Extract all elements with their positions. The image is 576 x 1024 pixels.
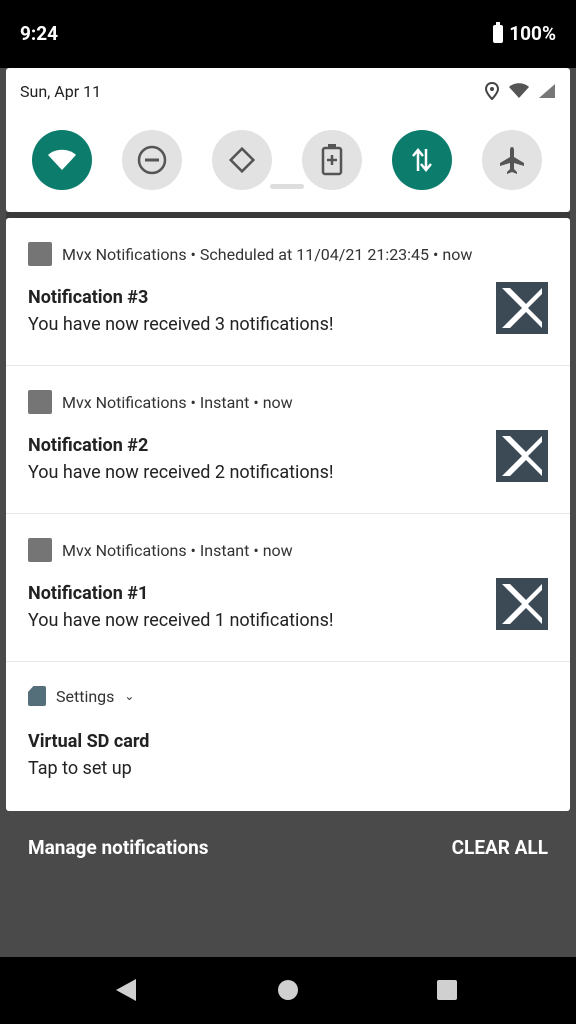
qs-date: Sun, Apr 11 xyxy=(20,82,102,101)
status-right: 100% xyxy=(493,21,556,45)
notif-meta: • Instant • now xyxy=(186,392,293,412)
notif-text: You have now received 3 notifications! xyxy=(28,314,334,335)
chevron-down-icon[interactable]: ⌄ xyxy=(124,689,134,703)
notification-item[interactable]: Mvx Notifications • Scheduled at 11/04/2… xyxy=(6,218,570,366)
battery-saver-icon xyxy=(321,144,343,176)
status-time: 9:24 xyxy=(20,22,59,45)
location-icon xyxy=(484,82,500,100)
mvx-logo-icon xyxy=(496,578,548,630)
notif-title: Virtual SD card xyxy=(28,731,150,752)
battery-icon xyxy=(493,21,504,43)
navigation-bar xyxy=(0,957,576,1024)
app-icon xyxy=(28,242,52,266)
app-icon xyxy=(28,390,52,414)
notif-app-name: Mvx Notifications xyxy=(62,540,187,560)
notification-item[interactable]: Mvx Notifications • Instant • now Notifi… xyxy=(6,366,570,514)
status-bar: 9:24 100% xyxy=(0,0,576,68)
home-icon[interactable] xyxy=(278,980,298,1000)
tile-battery-saver[interactable] xyxy=(302,130,362,190)
tile-auto-rotate[interactable] xyxy=(212,130,272,190)
notif-header: Mvx Notifications • Instant • now xyxy=(28,390,293,414)
qs-status-icons xyxy=(484,82,556,100)
notif-app-meta: Mvx Notifications • Instant • now xyxy=(62,541,293,560)
notif-title: Notification #1 xyxy=(28,583,149,604)
notif-app-meta: Mvx Notifications • Scheduled at 11/04/2… xyxy=(62,245,472,264)
sd-card-icon xyxy=(28,686,46,706)
data-arrows-icon xyxy=(412,148,432,172)
cell-signal-icon xyxy=(539,84,555,98)
notif-title: Notification #2 xyxy=(28,435,149,456)
tile-airplane-mode[interactable] xyxy=(482,130,542,190)
notif-app-name: Mvx Notifications xyxy=(62,392,187,412)
dnd-icon xyxy=(137,145,167,175)
clear-all-button[interactable]: CLEAR ALL xyxy=(452,836,548,859)
tile-wifi[interactable] xyxy=(32,130,92,190)
quick-settings-panel: Sun, Apr 11 xyxy=(6,68,570,212)
tile-mobile-data[interactable] xyxy=(392,130,452,190)
notification-list: Mvx Notifications • Scheduled at 11/04/2… xyxy=(6,218,570,811)
notif-text: You have now received 2 notifications! xyxy=(28,462,334,483)
manage-notifications-button[interactable]: Manage notifications xyxy=(28,836,209,859)
settings-notification[interactable]: Settings ⌄ Virtual SD card Tap to set up xyxy=(6,662,570,810)
settings-app-name: Settings xyxy=(56,686,115,706)
qs-tiles xyxy=(32,130,542,190)
notif-meta: • Scheduled at 11/04/21 21:23:45 • now xyxy=(186,244,473,264)
notif-app-name: Mvx Notifications xyxy=(62,244,187,264)
rotate-icon xyxy=(228,146,256,174)
mvx-logo-icon xyxy=(496,282,548,334)
app-icon xyxy=(28,538,52,562)
mvx-logo-icon xyxy=(496,430,548,482)
notification-item[interactable]: Mvx Notifications • Instant • now Notifi… xyxy=(6,514,570,662)
notif-meta: • Instant • now xyxy=(186,540,293,560)
recent-apps-icon[interactable] xyxy=(437,980,457,1000)
tile-do-not-disturb[interactable] xyxy=(122,130,182,190)
footer: Manage notifications CLEAR ALL xyxy=(0,811,576,957)
wifi-signal-icon xyxy=(509,83,529,98)
notif-text: Tap to set up xyxy=(28,758,132,779)
notif-header: Settings ⌄ xyxy=(28,686,134,706)
airplane-icon xyxy=(500,147,524,174)
wifi-icon xyxy=(48,149,76,170)
notif-text: You have now received 1 notifications! xyxy=(28,610,334,631)
notif-header: Mvx Notifications • Scheduled at 11/04/2… xyxy=(28,242,472,266)
back-icon[interactable] xyxy=(116,979,136,1001)
notif-app-meta: Mvx Notifications • Instant • now xyxy=(62,393,293,412)
notif-title: Notification #3 xyxy=(28,287,149,308)
qs-drag-handle[interactable] xyxy=(270,184,304,189)
notif-header: Mvx Notifications • Instant • now xyxy=(28,538,293,562)
battery-percent: 100% xyxy=(509,22,556,45)
